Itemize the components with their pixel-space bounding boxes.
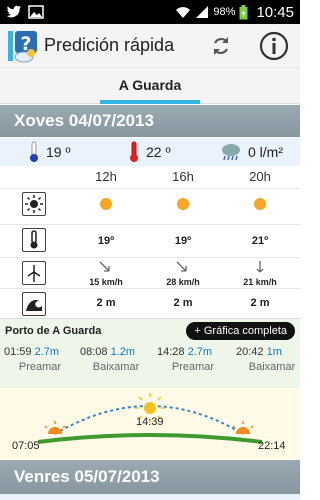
thermometer-icon	[30, 230, 38, 249]
tide-label: Preamar	[171, 361, 215, 373]
rain-amount: 0 l/m²	[248, 144, 283, 160]
tide-entry: 01:59 2.7m Preamar	[4, 346, 76, 373]
refresh-button[interactable]	[205, 30, 237, 62]
temperature-value: 19º	[174, 235, 192, 247]
wind-speed: 28 km/h	[166, 277, 200, 287]
thermometer-high-icon	[130, 141, 138, 162]
tide-label: Baixamar	[248, 361, 296, 373]
full-graph-button[interactable]: + Gráfica completa	[186, 322, 295, 340]
info-button[interactable]	[258, 30, 290, 62]
battery-icon	[239, 4, 248, 19]
waves-row: 2 m 2 m 2 m	[0, 288, 300, 318]
hours-row: 12h 16h 20h	[0, 166, 300, 188]
rain-cloud-icon	[222, 144, 240, 161]
day-summary: 19 º 22 º 0 l/m²	[0, 138, 300, 166]
wifi-icon	[176, 7, 191, 18]
sunrise-time: 07:05	[12, 440, 40, 452]
hour-label: 16h	[172, 169, 194, 184]
noon-time: 14:39	[136, 416, 164, 428]
wave-height: 2 m	[173, 297, 193, 309]
sun-path-chart: 07:05 14:39 22:14	[0, 388, 300, 460]
tide-label: Preamar	[18, 361, 62, 373]
wind-arrow-icon	[99, 261, 110, 272]
max-temp: 22 º	[146, 144, 171, 160]
tide-height: 2.7m	[187, 346, 213, 358]
rain-cell: 0 l/m²	[220, 142, 283, 162]
tide-time: 08:08	[80, 346, 108, 358]
tide-height: 2.7m	[34, 346, 60, 358]
wave-icon	[26, 300, 42, 311]
wave-height: 2 m	[96, 297, 116, 309]
tide-time: 14:28	[157, 346, 185, 358]
sunny-icon	[254, 198, 266, 210]
sky-row	[0, 188, 300, 218]
status-time: 10:45	[256, 3, 294, 21]
active-tab-indicator	[100, 100, 200, 104]
tab-label: A Guarda	[118, 77, 182, 93]
sunny-icon	[177, 198, 189, 210]
thermometer-low-icon	[30, 141, 38, 162]
status-bar: 98% 10:45	[0, 0, 300, 24]
wind-speed: 15 km/h	[89, 277, 123, 287]
tab-bar: A Guarda	[0, 68, 300, 104]
page-title: Predición rápida	[44, 35, 175, 55]
temperature-row: 19º 19º 21º	[0, 224, 300, 254]
waves-legend-icon	[22, 292, 46, 316]
day-header: Xoves 04/07/2013	[0, 105, 300, 137]
refresh-icon	[214, 37, 228, 55]
wind-speed: 21 km/h	[243, 277, 277, 287]
min-temp: 19 º	[46, 144, 71, 160]
tide-time: 01:59	[4, 346, 32, 358]
max-temp-cell: 22 º	[128, 141, 171, 163]
tide-label: Baixamar	[92, 361, 140, 373]
wind-turbine-icon	[27, 265, 41, 282]
twitter-icon	[6, 5, 21, 18]
day-summary-partial	[0, 494, 300, 500]
tide-entry: 08:08 1.2m Baixamar	[80, 346, 152, 373]
sun-icon	[25, 195, 43, 213]
sunset-time: 22:14	[258, 440, 286, 452]
signal-icon	[196, 6, 209, 18]
tide-entry: 20:42 1m Baixamar	[236, 346, 308, 373]
tide-height: 1m	[266, 346, 282, 358]
tide-entry: 14:28 2.7m Preamar	[157, 346, 229, 373]
tide-time: 20:42	[236, 346, 264, 358]
temperature-legend-icon	[22, 228, 46, 252]
tides-panel: Porto de A Guarda + Gráfica completa 01:…	[0, 318, 300, 388]
sunrise-icon	[44, 421, 66, 434]
wave-height: 2 m	[250, 297, 270, 309]
wind-row: 15 km/h 28 km/h 21 km/h	[0, 257, 300, 287]
sunset-icon	[232, 421, 254, 434]
temperature-value: 21º	[251, 235, 269, 247]
tab-a-guarda[interactable]: A Guarda	[100, 68, 200, 104]
action-bar: ? Predición rápida	[0, 24, 300, 68]
sky-legend-icon	[22, 192, 46, 216]
hour-label: 12h	[95, 169, 117, 184]
tide-height: 1.2m	[110, 346, 136, 358]
sunny-icon	[100, 198, 112, 210]
temperature-value: 19º	[97, 235, 115, 247]
wind-arrow-icon	[256, 261, 264, 273]
app-logo-icon[interactable]: ?	[8, 29, 38, 63]
gallery-icon	[28, 5, 44, 19]
hour-label: 20h	[249, 169, 271, 184]
battery-percent: 98%	[213, 6, 236, 18]
info-icon	[259, 31, 289, 61]
min-temp-cell: 19 º	[28, 141, 71, 163]
wind-arrow-icon	[176, 261, 187, 272]
day-header: Venres 05/07/2013	[0, 460, 300, 494]
wind-legend-icon	[22, 261, 46, 285]
port-name: Porto de A Guarda	[5, 325, 102, 337]
